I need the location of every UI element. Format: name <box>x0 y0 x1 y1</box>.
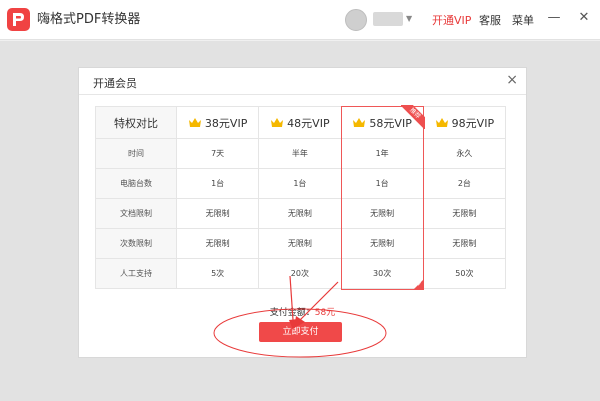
payment-total: 支付金额：58元 <box>79 305 526 318</box>
table-cell: 永久 <box>422 138 507 169</box>
crown-icon <box>188 117 201 127</box>
plan-48-header[interactable]: 48元VIP <box>258 106 342 139</box>
crown-icon <box>435 117 448 127</box>
vip-dialog: 开通会员 × 特权对比 38元VIP 48元VIP 58元VIP 98元VIP … <box>78 67 527 358</box>
plan-98-header[interactable]: 98元VIP <box>422 106 507 139</box>
window-close-button[interactable]: ✕ <box>576 8 592 28</box>
payment-amount: 58元 <box>314 308 336 318</box>
recommend-ribbon: 推荐 <box>401 105 425 129</box>
table-row: 时间 7天 半年 1年 永久 <box>95 138 507 169</box>
row-label: 文档限制 <box>95 198 177 229</box>
table-cell: 50次 <box>422 258 507 289</box>
crown-icon <box>271 117 284 127</box>
plan-comparison-table: 特权对比 38元VIP 48元VIP 58元VIP 98元VIP 时间 7天 半… <box>95 106 507 289</box>
chevron-down-icon[interactable]: ▼ <box>406 14 412 23</box>
open-vip-link[interactable]: 开通VIP <box>432 12 471 28</box>
row-label: 电脑台数 <box>95 168 177 199</box>
table-cell: 1台 <box>258 168 342 199</box>
table-cell: 1台 <box>175 168 260 199</box>
user-avatar[interactable] <box>345 9 367 31</box>
selected-check-icon: ✓ <box>413 279 424 290</box>
table-cell: 无限制 <box>258 198 342 229</box>
user-name-blurred[interactable] <box>373 12 403 26</box>
table-cell: 无限制 <box>175 198 260 229</box>
row-label: 次数限制 <box>95 228 177 259</box>
table-cell: 无限制 <box>422 228 507 259</box>
table-row: 电脑台数 1台 1台 1台 2台 <box>95 168 507 199</box>
plan-38-header[interactable]: 38元VIP <box>175 106 260 139</box>
table-cell: 无限制 <box>422 198 507 229</box>
table-row: 人工支持 5次 20次 30次 50次 <box>95 258 507 289</box>
plan-98-label: 98元VIP <box>451 116 495 130</box>
minimize-button[interactable]: — <box>546 8 562 28</box>
row-label: 时间 <box>95 138 177 169</box>
pay-now-button[interactable]: 立即支付 <box>259 322 342 342</box>
table-cell: 半年 <box>258 138 342 169</box>
plan-38-label: 38元VIP <box>204 116 248 130</box>
table-cell: 2台 <box>422 168 507 199</box>
table-cell: 无限制 <box>175 228 260 259</box>
table-cell: 无限制 <box>258 228 342 259</box>
table-header-first: 特权对比 <box>95 106 177 139</box>
table-row: 次数限制 无限制 无限制 无限制 无限制 <box>95 228 507 259</box>
plan-48-label: 48元VIP <box>287 116 330 130</box>
payment-label: 支付金额： <box>269 308 315 318</box>
selected-plan-frame: 推荐 ✓ <box>341 105 425 290</box>
app-title: 嗨格式PDF转换器 <box>37 12 141 27</box>
table-cell: 5次 <box>175 258 260 289</box>
menu-link[interactable]: 菜单 <box>512 12 534 28</box>
title-bar: 嗨格式PDF转换器 ▼ 开通VIP 客服 菜单 — ✕ <box>0 0 600 40</box>
table-cell: 20次 <box>258 258 342 289</box>
close-icon[interactable]: × <box>506 72 518 88</box>
table-cell: 7天 <box>175 138 260 169</box>
pdf-logo-icon <box>7 8 30 31</box>
dialog-title: 开通会员 <box>93 77 137 90</box>
table-header-row: 特权对比 38元VIP 48元VIP 58元VIP 98元VIP <box>95 106 507 139</box>
customer-service-link[interactable]: 客服 <box>479 12 501 28</box>
row-label: 人工支持 <box>95 258 177 289</box>
table-row: 文档限制 无限制 无限制 无限制 无限制 <box>95 198 507 229</box>
recommend-badge: 推荐 <box>401 105 425 129</box>
dialog-divider <box>79 94 526 95</box>
check-mark: ✓ <box>417 281 423 288</box>
